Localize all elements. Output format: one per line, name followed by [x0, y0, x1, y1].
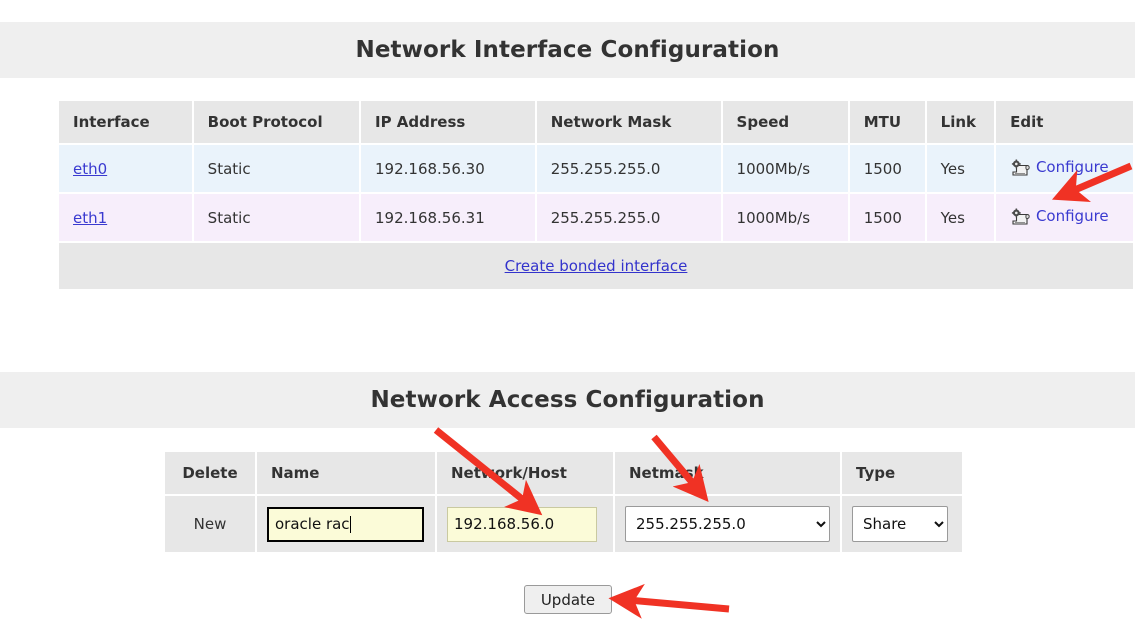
column-header-netmask: Netmask: [615, 452, 840, 494]
cell-network-mask: 255.255.255.0: [536, 145, 721, 192]
name-input-value: oracle rac: [275, 515, 350, 533]
access-title-band: Network Access Configuration: [0, 372, 1135, 428]
column-header-link: Link: [926, 101, 995, 143]
interface-link-eth0[interactable]: eth0: [73, 160, 107, 178]
column-header-network-host: Network/Host: [437, 452, 613, 494]
gear-scroll-icon: [1010, 208, 1030, 228]
page-title-access: Network Access Configuration: [370, 387, 765, 413]
column-header-interface: Interface: [59, 101, 192, 143]
page-title-interfaces: Network Interface Configuration: [355, 37, 780, 63]
cell-type-field: Share: [842, 496, 962, 552]
create-bonded-interface-link[interactable]: Create bonded interface: [505, 257, 688, 275]
cell-edit: Configure: [996, 145, 1133, 192]
configure-link-eth1[interactable]: Configure: [1036, 207, 1109, 225]
column-header-boot-protocol: Boot Protocol: [193, 101, 359, 143]
interfaces-title-band: Network Interface Configuration: [0, 22, 1135, 78]
table-footer-row: Create bonded interface: [59, 243, 1133, 289]
network-host-input-value: 192.168.56.0: [454, 515, 555, 533]
column-header-network-mask: Network Mask: [536, 101, 721, 143]
cell-network-host-field: 192.168.56.0: [437, 496, 613, 552]
cell-edit: Configure: [996, 194, 1133, 241]
interface-link-eth1[interactable]: eth1: [73, 209, 107, 227]
netmask-select[interactable]: 255.255.255.0: [625, 506, 830, 542]
gear-scroll-icon: [1010, 159, 1030, 179]
table-header-row: Delete Name Network/Host Netmask Type: [165, 452, 962, 494]
column-header-ip-address: IP Address: [361, 101, 535, 143]
table-header-row: Interface Boot Protocol IP Address Netwo…: [59, 101, 1133, 143]
cell-ip-address: 192.168.56.31: [361, 194, 535, 241]
column-header-name: Name: [257, 452, 435, 494]
column-header-speed: Speed: [722, 101, 848, 143]
arrow-to-update-button: [608, 583, 730, 619]
cell-mtu: 1500: [849, 145, 925, 192]
cell-ip-address: 192.168.56.30: [361, 145, 535, 192]
cell-speed: 1000Mb/s: [722, 194, 848, 241]
cell-netmask-field: 255.255.255.0: [615, 496, 840, 552]
cell-speed: 1000Mb/s: [722, 145, 848, 192]
column-header-edit: Edit: [996, 101, 1133, 143]
text-caret: [349, 515, 351, 533]
type-select[interactable]: Share: [852, 506, 948, 542]
cell-link: Yes: [926, 194, 995, 241]
cell-boot-protocol: Static: [193, 194, 359, 241]
cell-boot-protocol: Static: [193, 145, 359, 192]
network-host-input[interactable]: 192.168.56.0: [447, 506, 597, 542]
table-row: eth1 Static 192.168.56.31 255.255.255.0 …: [59, 194, 1133, 241]
table-row: eth0 Static 192.168.56.30 255.255.255.0 …: [59, 145, 1133, 192]
cell-interface-name: eth1: [59, 194, 192, 241]
cell-mtu: 1500: [849, 194, 925, 241]
table-row: New oracle rac 192.168.56.0 255.255.255.…: [165, 496, 962, 552]
cell-create-bonded: Create bonded interface: [59, 243, 1133, 289]
network-access-table: Delete Name Network/Host Netmask Type Ne…: [163, 450, 964, 554]
update-button[interactable]: Update: [524, 585, 612, 614]
cell-name-field: oracle rac: [257, 496, 435, 552]
configure-link-eth0[interactable]: Configure: [1036, 158, 1109, 176]
cell-delete-state: New: [165, 496, 255, 552]
cell-network-mask: 255.255.255.0: [536, 194, 721, 241]
name-input[interactable]: oracle rac: [267, 506, 424, 542]
column-header-type: Type: [842, 452, 962, 494]
column-header-mtu: MTU: [849, 101, 925, 143]
cell-link: Yes: [926, 145, 995, 192]
cell-interface-name: eth0: [59, 145, 192, 192]
column-header-delete: Delete: [165, 452, 255, 494]
network-interface-table: Interface Boot Protocol IP Address Netwo…: [57, 99, 1135, 291]
